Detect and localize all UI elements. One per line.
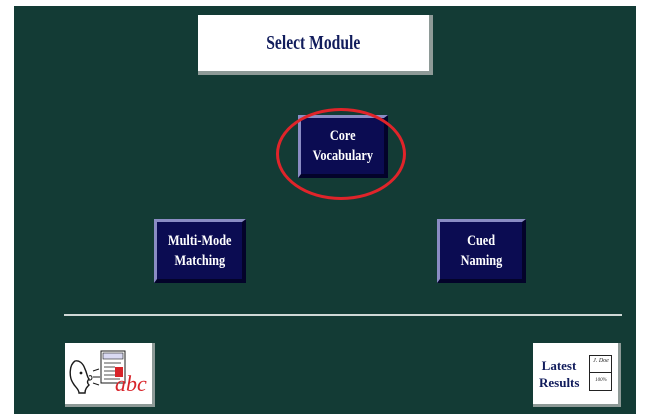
latest-results-button[interactable]: Latest Results J. Doe 100% <box>533 343 621 407</box>
spelling-practice-button[interactable]: abc <box>65 343 155 407</box>
multi-mode-label-line2: Matching <box>174 252 225 269</box>
multi-mode-matching-button[interactable]: Multi-Mode Matching <box>154 219 246 283</box>
core-vocabulary-label-line1: Core <box>329 128 356 144</box>
cued-naming-label-line2: Naming <box>460 252 502 269</box>
report-name: J. Doe <box>593 358 609 364</box>
section-divider <box>64 314 622 316</box>
core-vocabulary-button[interactable]: Core Vocabulary <box>298 115 388 178</box>
core-vocabulary-label-line2: Vocabulary <box>312 148 373 164</box>
latest-results-label: Latest Results <box>539 357 579 391</box>
multi-mode-label-line1: Multi-Mode <box>167 232 232 249</box>
cued-naming-label-line1: Cued <box>466 232 496 249</box>
module-selection-screen: Select Module Core Vocabulary Multi-Mode… <box>14 6 636 414</box>
report-score: 100% <box>595 378 607 383</box>
latest-results-line1: Latest <box>541 358 577 373</box>
cued-naming-button[interactable]: Cued Naming <box>437 219 526 283</box>
page-title: Select Module <box>266 31 361 54</box>
report-card-icon: J. Doe 100% <box>589 355 612 391</box>
latest-results-line2: Results <box>539 375 580 390</box>
page-title-box: Select Module <box>198 15 433 75</box>
abc-label: abc <box>115 371 147 396</box>
